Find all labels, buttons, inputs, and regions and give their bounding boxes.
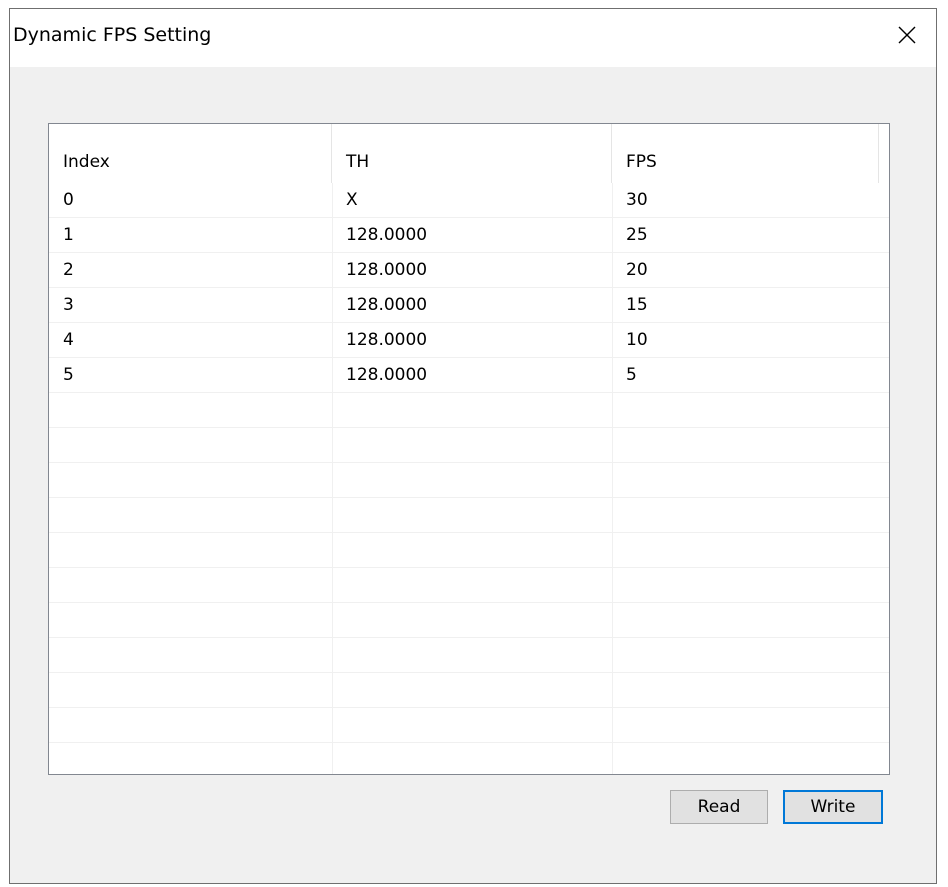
table-row[interactable] (49, 393, 889, 428)
table-cell-th: 128.0000 (346, 225, 428, 245)
table-cell-th: 128.0000 (346, 365, 428, 385)
table-row[interactable] (49, 533, 889, 568)
table-row[interactable]: 1 128.0000 25 (49, 218, 889, 253)
table-row[interactable] (49, 463, 889, 498)
close-button[interactable] (878, 9, 936, 61)
fps-table[interactable]: Index TH FPS 0 X 30 1 128.0000 25 2 128.0000 20 3… (48, 123, 890, 775)
table-row[interactable] (49, 743, 889, 774)
table-cell-fps: 15 (626, 295, 648, 315)
table-cell-index: 1 (63, 225, 74, 245)
table-header: Index TH FPS (49, 124, 889, 183)
table-row[interactable] (49, 428, 889, 463)
table-cell-index: 2 (63, 260, 74, 280)
column-header-fps[interactable]: FPS (612, 124, 879, 183)
dynamic-fps-dialog: Dynamic FPS Setting Index TH FPS 0 X 30 1 12… (9, 8, 937, 884)
close-icon (898, 26, 916, 44)
table-row[interactable]: 3 128.0000 15 (49, 288, 889, 323)
table-row[interactable] (49, 603, 889, 638)
column-header-th[interactable]: TH (332, 124, 612, 183)
read-button[interactable]: Read (670, 790, 768, 824)
table-cell-index: 4 (63, 330, 74, 350)
table-cell-fps: 5 (626, 365, 637, 385)
title-bar[interactable]: Dynamic FPS Setting (10, 9, 936, 67)
table-cell-index: 5 (63, 365, 74, 385)
table-cell-th: X (346, 190, 358, 210)
write-button[interactable]: Write (783, 790, 883, 824)
table-cell-fps: 25 (626, 225, 648, 245)
table-row[interactable] (49, 498, 889, 533)
table-cell-fps: 10 (626, 330, 648, 350)
dialog-title: Dynamic FPS Setting (13, 24, 212, 46)
table-row[interactable]: 4 128.0000 10 (49, 323, 889, 358)
table-row[interactable]: 0 X 30 (49, 183, 889, 218)
table-row[interactable] (49, 673, 889, 708)
table-row[interactable]: 5 128.0000 5 (49, 358, 889, 393)
table-cell-fps: 20 (626, 260, 648, 280)
column-header-index[interactable]: Index (49, 124, 332, 183)
table-cell-th: 128.0000 (346, 330, 428, 350)
table-cell-fps: 30 (626, 190, 648, 210)
table-row[interactable] (49, 638, 889, 673)
table-row[interactable] (49, 568, 889, 603)
table-cell-index: 3 (63, 295, 74, 315)
table-row[interactable]: 2 128.0000 20 (49, 253, 889, 288)
table-cell-th: 128.0000 (346, 260, 428, 280)
table-cell-index: 0 (63, 190, 74, 210)
table-row[interactable] (49, 708, 889, 743)
table-cell-th: 128.0000 (346, 295, 428, 315)
